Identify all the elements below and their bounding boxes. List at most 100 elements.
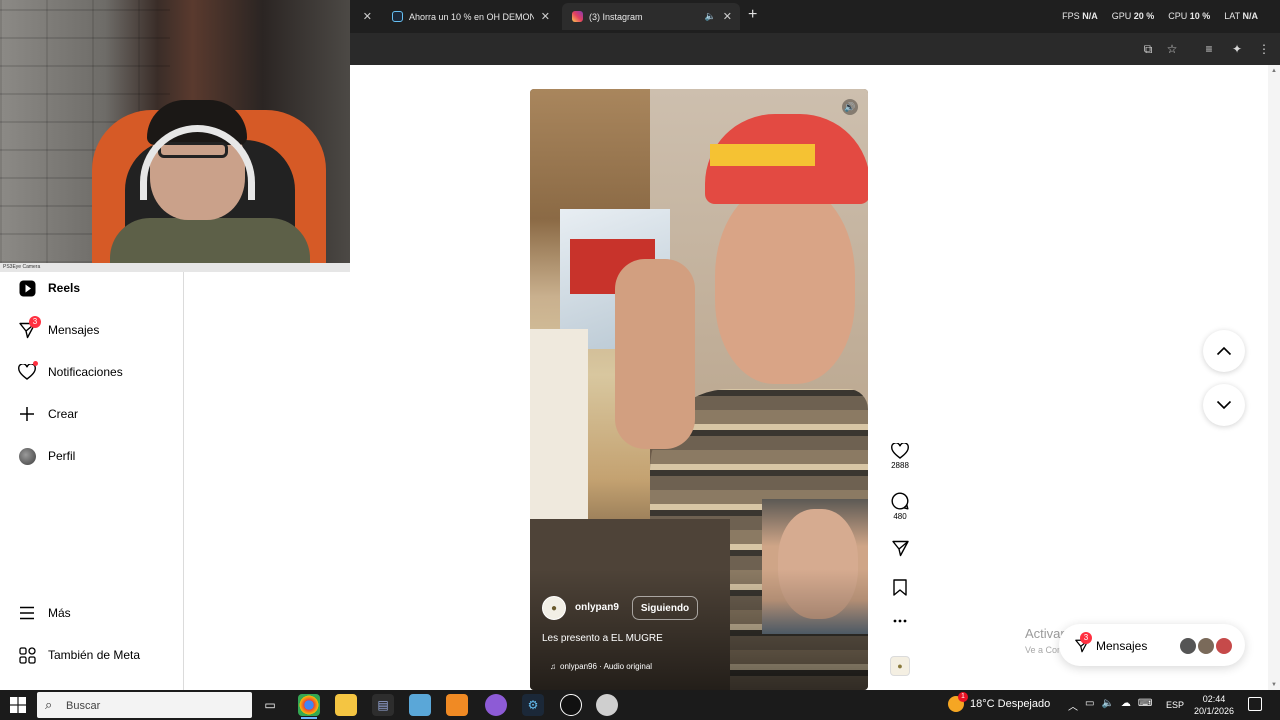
tab-audio-icon[interactable]: 🔈 (705, 11, 716, 22)
save-action[interactable] (889, 579, 911, 596)
milk-cartons (530, 329, 588, 539)
share-action[interactable] (889, 540, 911, 557)
sidebar-item-label: También de Meta (48, 648, 141, 662)
media-control-icon[interactable]: ≡ (1201, 41, 1217, 57)
steam-app-icon[interactable]: ⚙ (522, 694, 544, 716)
notepad-app-icon[interactable] (409, 694, 431, 716)
keyboard-icon[interactable]: ⌨ (1138, 698, 1152, 713)
performance-overlay: FPS N/A GPU 20 % CPU 10 % LAT N/A (1062, 11, 1258, 21)
tray-chevron-icon[interactable]: ︿ (1068, 698, 1078, 713)
app-icon-orange[interactable] (446, 694, 468, 716)
heart-icon (891, 443, 909, 459)
file-explorer-icon[interactable] (335, 694, 357, 716)
sidebar-item-tambien-de-meta[interactable]: También de Meta (0, 639, 184, 671)
tab-ohdemon[interactable]: Ahorra un 10 % en OH DEMON ✕ (382, 3, 558, 30)
tab-title: Ahorra un 10 % en OH DEMON (409, 11, 534, 22)
new-tab-button[interactable]: + (748, 6, 757, 24)
previous-reel-button[interactable] (1203, 330, 1245, 372)
network-icon[interactable]: ▭ (1085, 698, 1094, 713)
comment-count: 480 (893, 512, 907, 521)
unread-badge: 3 (1080, 632, 1092, 644)
avatar (1215, 637, 1233, 655)
tab-instagram[interactable]: (3) Instagram 🔈 ✕ (562, 3, 740, 30)
webcam-caption: PS3Eye Camera (0, 263, 350, 272)
discord-app-icon[interactable] (485, 694, 507, 716)
perf-gpu: GPU 20 % (1111, 11, 1155, 21)
comment-action[interactable]: 480 (889, 492, 911, 521)
sidebar-item-notificaciones[interactable]: Notificaciones (0, 356, 184, 388)
more-options-action[interactable] (889, 618, 911, 624)
clock-time: 02:44 (1202, 694, 1226, 704)
sidebar-item-mensajes[interactable]: 3 Mensajes (0, 314, 184, 346)
speaker-icon[interactable]: 🔈 (1101, 698, 1113, 713)
taskbar-search[interactable]: ⌕ Buscar (37, 692, 252, 718)
sidebar-item-mas[interactable]: Más (0, 597, 184, 629)
webcam-overlay (0, 0, 350, 263)
notification-center-icon[interactable] (1248, 697, 1262, 711)
raised-hand (615, 259, 695, 449)
creator-face (715, 184, 855, 384)
volume-icon[interactable]: 🔊 (842, 99, 858, 115)
weather-widget[interactable]: 1 18°C Despejado (948, 692, 1051, 712)
meta-apps-grid-icon (18, 646, 36, 664)
install-app-icon[interactable]: ⧉ (1140, 41, 1156, 57)
task-view-icon[interactable]: ▭ (259, 694, 281, 716)
browser-toolbar: ⧉ ☆ ≡ ✦ ⋮ (350, 33, 1280, 65)
page-scrollbar[interactable]: ▲ ▼ (1268, 65, 1280, 690)
taskbar-clock[interactable]: 02:44 20/1/2026 (1193, 693, 1235, 717)
reel-caption: Les presento a EL MUGRE (542, 633, 663, 644)
music-note-icon: ♫ (550, 662, 556, 671)
reel-video[interactable] (530, 89, 868, 690)
author-username[interactable]: onlypan9 (575, 602, 619, 613)
bookmark-star-icon[interactable]: ☆ (1164, 41, 1180, 57)
scroll-up-arrow-icon[interactable]: ▲ (1271, 68, 1277, 74)
tab-close-button[interactable]: ✕ (541, 10, 550, 23)
chrome-app-icon[interactable] (298, 694, 320, 719)
app-icon-gray[interactable] (596, 694, 618, 716)
tab-close-button[interactable]: ✕ (363, 10, 372, 23)
cloud-icon[interactable]: ☁ (1121, 698, 1131, 713)
sidebar-item-perfil[interactable]: Perfil (0, 440, 184, 472)
sidebar-item-reels[interactable]: Reels (0, 272, 184, 304)
search-placeholder: Buscar (66, 700, 101, 712)
following-button[interactable]: Siguiendo (632, 596, 698, 620)
plus-icon (18, 405, 36, 423)
sidebar-item-label: Reels (48, 281, 81, 295)
audio-attribution[interactable]: ♫ onlypan96 · Audio original (550, 662, 652, 671)
media-app-icon[interactable]: ▤ (372, 694, 394, 716)
streamer-shirt (110, 218, 310, 263)
sidebar-item-label: Notificaciones (48, 365, 123, 379)
scroll-down-arrow-icon[interactable]: ▼ (1271, 682, 1277, 688)
audio-thumbnail[interactable]: ● (890, 656, 910, 676)
menu-kebab-icon[interactable]: ⋮ (1256, 41, 1272, 57)
input-language[interactable]: ESP (1166, 700, 1184, 710)
tab-title: (3) Instagram (589, 11, 643, 22)
obs-app-icon[interactable] (560, 694, 582, 716)
audio-label: onlypan96 · Audio original (560, 662, 653, 671)
windows-start-icon[interactable] (10, 697, 26, 713)
perf-fps: FPS N/A (1062, 11, 1098, 21)
next-reel-button[interactable] (1203, 384, 1245, 426)
search-icon: ⌕ (45, 697, 53, 712)
weather-text: 18°C Despejado (970, 698, 1051, 710)
messages-pill[interactable]: 3 Mensajes (1059, 624, 1245, 666)
clock-date: 20/1/2026 (1193, 706, 1235, 716)
perf-cpu: CPU 10 % (1168, 11, 1211, 21)
caption-gradient (530, 569, 868, 690)
windows-taskbar: ⌕ Buscar ▭ ▤ ⚙ 1 18°C Despejado ︿ ▭ 🔈 ☁ … (0, 690, 1280, 720)
sidebar-item-crear[interactable]: Crear (0, 398, 184, 430)
extensions-icon[interactable]: ✦ (1229, 41, 1245, 57)
sidebar-item-label: Perfil (48, 449, 76, 463)
cap-band (710, 144, 815, 166)
comment-icon (891, 492, 909, 510)
like-action[interactable]: 2888 (889, 443, 911, 470)
reels-icon (18, 279, 36, 297)
more-dots-icon (893, 619, 907, 623)
tab-partial[interactable]: ✕ (350, 3, 380, 30)
author-avatar[interactable]: ● (542, 596, 566, 620)
unread-badge: 3 (29, 316, 41, 328)
share-icon (891, 540, 909, 557)
messages-label: Mensajes (1096, 639, 1148, 653)
chevron-down-icon (1216, 400, 1232, 410)
tab-close-button[interactable]: ✕ (723, 10, 732, 23)
